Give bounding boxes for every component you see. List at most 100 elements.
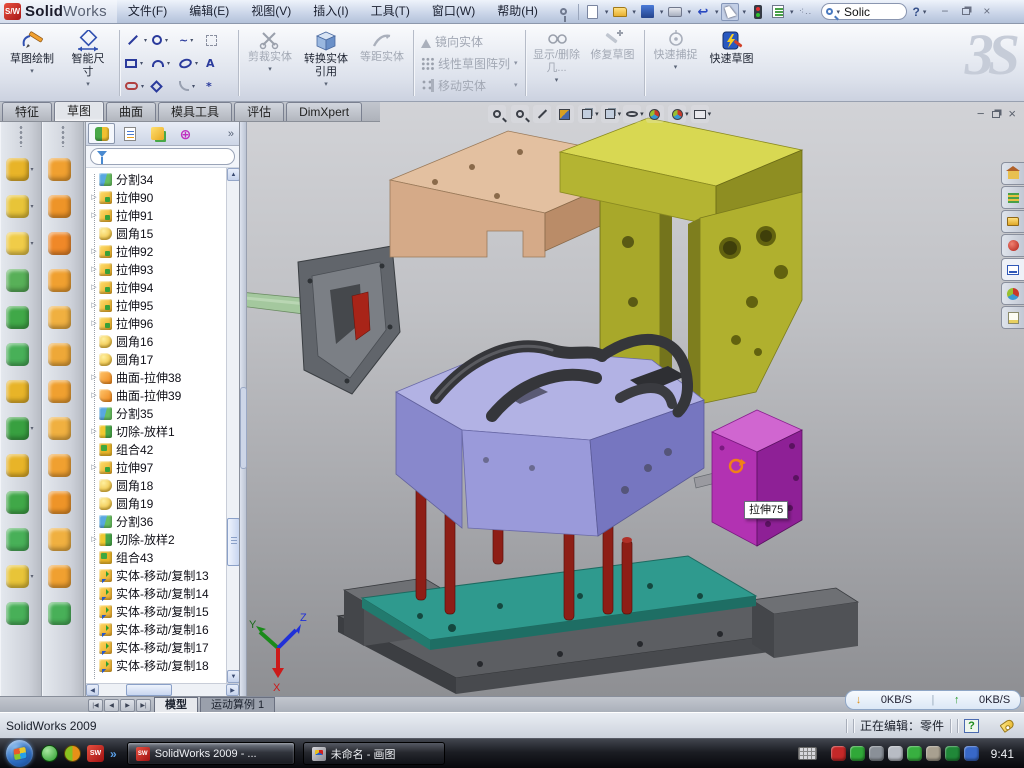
expand-arrow-icon[interactable]: ▷ [89, 193, 99, 201]
mirror-feature-icon[interactable] [48, 306, 71, 329]
swept-boss-icon[interactable] [6, 269, 29, 292]
defender-icon[interactable] [945, 746, 960, 761]
options-arrow[interactable]: ▾ [790, 8, 794, 16]
linear-sketch-pattern-button[interactable]: 线性草图阵列 ▾ [419, 53, 520, 73]
panel-overflow-chevron[interactable]: » [228, 128, 237, 140]
convert-arrow[interactable]: ▾ [324, 80, 328, 88]
start-button[interactable] [6, 740, 33, 767]
tree-item[interactable]: ▷ 圆角16 [89, 332, 226, 350]
rib-icon[interactable] [6, 528, 29, 551]
menu-item[interactable]: 文件(F) [117, 0, 178, 23]
input-method-icon[interactable] [798, 747, 817, 760]
tree-item[interactable]: ▷ 圆角19 [89, 494, 226, 512]
tree-horizontal-scrollbar[interactable]: ◀ ▶ [86, 683, 239, 696]
expand-arrow-icon[interactable]: ▷ [89, 373, 99, 381]
sketch-fillet-icon[interactable]: ▾ [179, 75, 206, 98]
scrollbar-thumb[interactable] [126, 684, 172, 696]
quick-snaps-button[interactable]: 快速捕捉 ▾ [648, 27, 704, 99]
last-tab-button[interactable]: ▶| [136, 699, 151, 712]
tree-item[interactable]: ▷ 分割35 [89, 404, 226, 422]
tag-icon[interactable] [1000, 718, 1016, 733]
doc-minimize-button[interactable]: − [977, 106, 985, 121]
task-pane-tab[interactable] [1001, 258, 1024, 281]
scrollbar-thumb[interactable] [227, 518, 239, 566]
revolved-cut-icon[interactable] [48, 195, 71, 218]
shell-icon[interactable] [6, 602, 29, 625]
toolbar-overflow-icon[interactable]: ⁖.. [797, 3, 815, 21]
expand-arrow-icon[interactable]: ▷ [89, 301, 99, 309]
tree-item[interactable]: ▷ 圆角15 [89, 224, 226, 242]
ribbon-tab[interactable]: 曲面 [106, 102, 156, 121]
solidworks-launch-icon[interactable]: SW [87, 745, 104, 762]
search-scope-arrow[interactable]: ▾ [837, 8, 841, 16]
pin-icon[interactable] [555, 3, 573, 21]
text-icon[interactable]: A ▾ [206, 52, 233, 75]
view-settings-icon[interactable] [691, 105, 709, 123]
tree-item[interactable]: ▷ 分割36 [89, 512, 226, 530]
tree-item[interactable]: ▷ 实体-移动/复制17 [89, 638, 226, 656]
security-shield-icon[interactable] [850, 746, 865, 761]
taskbar-clock[interactable]: 9:41 [991, 747, 1014, 761]
chamfer-icon[interactable] [6, 343, 29, 366]
ribbon-tab[interactable]: 特征 [2, 102, 52, 121]
save-arrow[interactable]: ▾ [660, 8, 664, 16]
next-tab-button[interactable]: ▶ [120, 699, 135, 712]
help-arrow[interactable]: ▾ [923, 8, 927, 16]
task-pane-tab[interactable] [1001, 162, 1024, 185]
new-document-icon[interactable] [584, 3, 602, 21]
display-style-icon[interactable] [601, 105, 619, 123]
antivirus-shield-icon[interactable] [831, 746, 846, 761]
tree-item[interactable]: ▷ 拉伸91 [89, 206, 226, 224]
tree-item[interactable]: ▷ 切除-放样1 [89, 422, 226, 440]
zoom-area-icon[interactable] [511, 105, 529, 123]
menu-item[interactable]: 帮助(H) [486, 0, 549, 23]
save-icon[interactable] [639, 3, 657, 21]
tree-vertical-scrollbar[interactable]: ▲ ▼ [226, 168, 239, 683]
tab-configuration-manager[interactable] [144, 123, 171, 144]
first-tab-button[interactable]: |◀ [88, 699, 103, 712]
doc-restore-button[interactable] [992, 106, 1000, 121]
tree-item[interactable]: ▷ 圆角17 [89, 350, 226, 368]
upload-monitor-icon[interactable] [907, 746, 922, 761]
hide-show-items-icon[interactable] [623, 105, 641, 123]
tab-property-manager[interactable] [116, 123, 143, 144]
move-entities-button[interactable]: 移动实体 ▾ [419, 75, 520, 95]
scroll-down-button[interactable]: ▼ [227, 670, 239, 683]
messenger-status-icon[interactable] [964, 746, 979, 761]
tree-item[interactable]: ▷ 拉伸97 [89, 458, 226, 476]
tree-item[interactable]: ▷ 拉伸96 [89, 314, 226, 332]
task-pane-tab[interactable] [1001, 210, 1024, 233]
toolbar-grip[interactable] [19, 125, 23, 147]
open-arrow[interactable]: ▾ [632, 8, 636, 16]
tree-item[interactable]: ▷ 实体-移动/复制16 [89, 620, 226, 638]
scroll-up-button[interactable]: ▲ [227, 168, 239, 181]
quick-snaps-arrow[interactable]: ▾ [674, 63, 678, 71]
tab-motion-study[interactable]: 运动算例 1 [200, 697, 275, 712]
quick-tips-icon[interactable]: ? [964, 719, 979, 733]
menu-item[interactable]: 窗口(W) [421, 0, 486, 23]
ribbon-tab[interactable]: 评估 [234, 102, 284, 121]
menu-item[interactable]: 视图(V) [240, 0, 302, 23]
new-document-arrow[interactable]: ▾ [605, 8, 609, 16]
slide-block[interactable] [298, 246, 400, 394]
smart-dimension-arrow[interactable]: ▾ [86, 80, 90, 88]
curve-icon[interactable] [48, 417, 71, 440]
expand-arrow-icon[interactable]: ▷ [89, 265, 99, 273]
draft-icon[interactable] [6, 565, 29, 588]
splitter-handle[interactable] [240, 387, 247, 469]
tree-item[interactable]: ▷ 拉伸95 [89, 296, 226, 314]
revolved-boss-icon[interactable] [48, 158, 71, 181]
expand-arrow-icon[interactable]: ▷ [89, 283, 99, 291]
move-arrow[interactable]: ▾ [514, 81, 518, 89]
task-pane-tab[interactable] [1001, 306, 1024, 329]
dome-icon[interactable] [48, 269, 71, 292]
expand-arrow-icon[interactable]: ▷ [89, 319, 99, 327]
task-pane-tab[interactable] [1001, 282, 1024, 305]
tree-filter-input[interactable] [90, 148, 235, 165]
display-delete-relations-button[interactable]: 显示/删除几... ▾ [529, 27, 585, 99]
task-pane-tab[interactable] [1001, 234, 1024, 257]
flex-icon[interactable] [48, 491, 71, 514]
apply-scene-icon[interactable] [668, 105, 686, 123]
previous-tab-button[interactable]: ◀ [104, 699, 119, 712]
delete-body-icon[interactable] [48, 528, 71, 551]
